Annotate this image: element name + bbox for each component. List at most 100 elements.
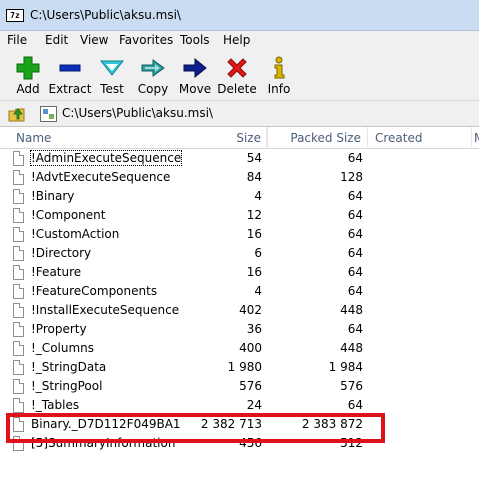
file-packed-size: 64 (347, 265, 363, 279)
move-icon (183, 57, 207, 79)
file-icon (13, 208, 24, 223)
file-size: 2 382 713 (200, 417, 262, 431)
file-icon (13, 189, 24, 204)
file-icon (13, 170, 24, 185)
file-size: 4 (254, 284, 262, 298)
file-name: !Binary (31, 189, 75, 203)
file-name: !AdvtExecuteSequence (31, 170, 171, 184)
file-packed-size: 64 (347, 227, 363, 241)
file-name: !_StringPool (31, 379, 103, 393)
test-button[interactable]: Test (89, 53, 135, 99)
address-bar: C:\Users\Public\aksu.msi\ (0, 101, 479, 127)
file-size: 84 (246, 170, 262, 184)
extract-button[interactable]: Extract (47, 53, 93, 99)
add-icon (16, 56, 40, 80)
list-item[interactable]: !Property 36 64 (0, 320, 479, 339)
file-size: 54 (246, 151, 262, 165)
file-size: 402 (239, 303, 262, 317)
delete-label: Delete (217, 82, 257, 96)
file-packed-size: 64 (347, 398, 363, 412)
extract-label: Extract (48, 82, 92, 96)
file-list[interactable]: Name Size Packed Size Created M !AdminEx… (0, 127, 479, 484)
archive-path-icon (40, 106, 57, 122)
list-item[interactable]: !FeatureComponents 4 64 (0, 282, 479, 301)
file-icon (13, 360, 24, 375)
delete-button[interactable]: Delete (214, 53, 260, 99)
column-header-more[interactable]: M (472, 127, 479, 149)
file-name: !_StringData (31, 360, 107, 374)
list-item[interactable]: !Feature 16 64 (0, 263, 479, 282)
menu-file[interactable]: File (7, 33, 27, 47)
column-header-size-label: Size (236, 131, 261, 145)
file-icon (13, 265, 24, 280)
file-name: [5]SummaryInformation (31, 436, 176, 450)
file-icon (13, 398, 24, 413)
file-size: 576 (239, 379, 262, 393)
list-item[interactable]: !InstallExecuteSequence 402 448 (0, 301, 479, 320)
list-item[interactable]: !AdvtExecuteSequence 84 128 (0, 168, 479, 187)
file-packed-size: 128 (340, 170, 363, 184)
list-item[interactable]: !AdminExecuteSequence 54 64 (0, 149, 479, 168)
list-item[interactable]: !CustomAction 16 64 (0, 225, 479, 244)
file-icon (13, 379, 24, 394)
file-packed-size: 512 (340, 436, 363, 450)
file-icon (13, 284, 24, 299)
list-item[interactable]: !_Columns 400 448 (0, 339, 479, 358)
menu-view[interactable]: View (80, 33, 108, 47)
7zip-app-icon[interactable] (6, 9, 24, 22)
menu-tools[interactable]: Tools (180, 33, 210, 47)
extract-icon (59, 64, 81, 72)
delete-icon (227, 58, 247, 78)
file-packed-size: 64 (347, 151, 363, 165)
file-icon (13, 322, 24, 337)
menu-help[interactable]: Help (223, 33, 250, 47)
move-label: Move (178, 82, 212, 96)
file-name: Binary._D7D112F049BA1... (31, 417, 181, 431)
file-name: !CustomAction (31, 227, 120, 241)
file-name: !Feature (31, 265, 82, 279)
file-packed-size: 576 (340, 379, 363, 393)
info-icon (274, 56, 285, 79)
copy-icon (141, 59, 165, 77)
copy-label: Copy (137, 82, 169, 96)
file-packed-size: 448 (340, 303, 363, 317)
file-packed-size: 64 (347, 284, 363, 298)
menu-bar: File Edit View Favorites Tools Help (0, 31, 479, 49)
file-name: !AdminExecuteSequence (30, 150, 182, 166)
list-item[interactable]: !Component 12 64 (0, 206, 479, 225)
file-size: 16 (246, 227, 262, 241)
list-item[interactable]: [5]SummaryInformation 456 512 (0, 434, 479, 453)
column-header-name[interactable]: Name (0, 127, 267, 149)
info-button[interactable]: Info (256, 53, 302, 99)
file-size: 456 (239, 436, 262, 450)
info-label: Info (267, 82, 291, 96)
menu-favorites[interactable]: Favorites (119, 33, 173, 47)
list-item[interactable]: !_StringPool 576 576 (0, 377, 479, 396)
toolbar: Add Extract Test Copy Move Delete Info (0, 49, 479, 101)
file-icon (13, 341, 24, 356)
file-name: !FeatureComponents (31, 284, 158, 298)
column-header-created[interactable]: Created (368, 127, 472, 149)
file-rows: !AdminExecuteSequence 54 64 !AdvtExecute… (0, 149, 479, 453)
list-item[interactable]: !Directory 6 64 (0, 244, 479, 263)
add-button[interactable]: Add (5, 53, 51, 99)
list-item[interactable]: Binary._D7D112F049BA1... 2 382 713 2 383… (0, 415, 479, 434)
list-item[interactable]: !Binary 4 64 (0, 187, 479, 206)
file-size: 16 (246, 265, 262, 279)
folder-up-icon[interactable] (8, 106, 26, 122)
copy-button[interactable]: Copy (130, 53, 176, 99)
file-icon (13, 151, 24, 166)
list-header: Name Size Packed Size Created M (0, 127, 479, 149)
file-size: 24 (246, 398, 262, 412)
add-label: Add (16, 82, 40, 96)
column-header-packed-size[interactable]: Packed Size (268, 127, 368, 149)
address-path[interactable]: C:\Users\Public\aksu.msi\ (62, 106, 213, 120)
file-name: !Property (31, 322, 87, 336)
file-name: !_Tables (31, 398, 80, 412)
file-name: !Directory (31, 246, 92, 260)
list-item[interactable]: !_StringData 1 980 1 984 (0, 358, 479, 377)
file-name: !InstallExecuteSequence (31, 303, 180, 317)
menu-edit[interactable]: Edit (45, 33, 68, 47)
move-button[interactable]: Move (172, 53, 218, 99)
list-item[interactable]: !_Tables 24 64 (0, 396, 479, 415)
